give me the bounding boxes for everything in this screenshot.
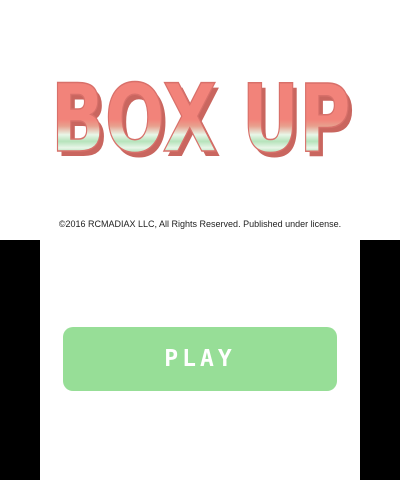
top-screen: BOX UP BOX UP ©2016 RCMADIAX LLC, All Ri… [0, 0, 400, 240]
play-button[interactable]: PLAY [63, 327, 337, 391]
logo-text: BOX UP [51, 74, 351, 164]
play-button-label: PLAY [164, 346, 236, 372]
bottom-screen: PLAY [40, 240, 360, 480]
bottom-screen-frame: PLAY [0, 240, 400, 480]
game-logo: BOX UP BOX UP [50, 74, 355, 164]
copyright-notice: ©2016 RCMADIAX LLC, All Rights Reserved.… [58, 219, 342, 229]
